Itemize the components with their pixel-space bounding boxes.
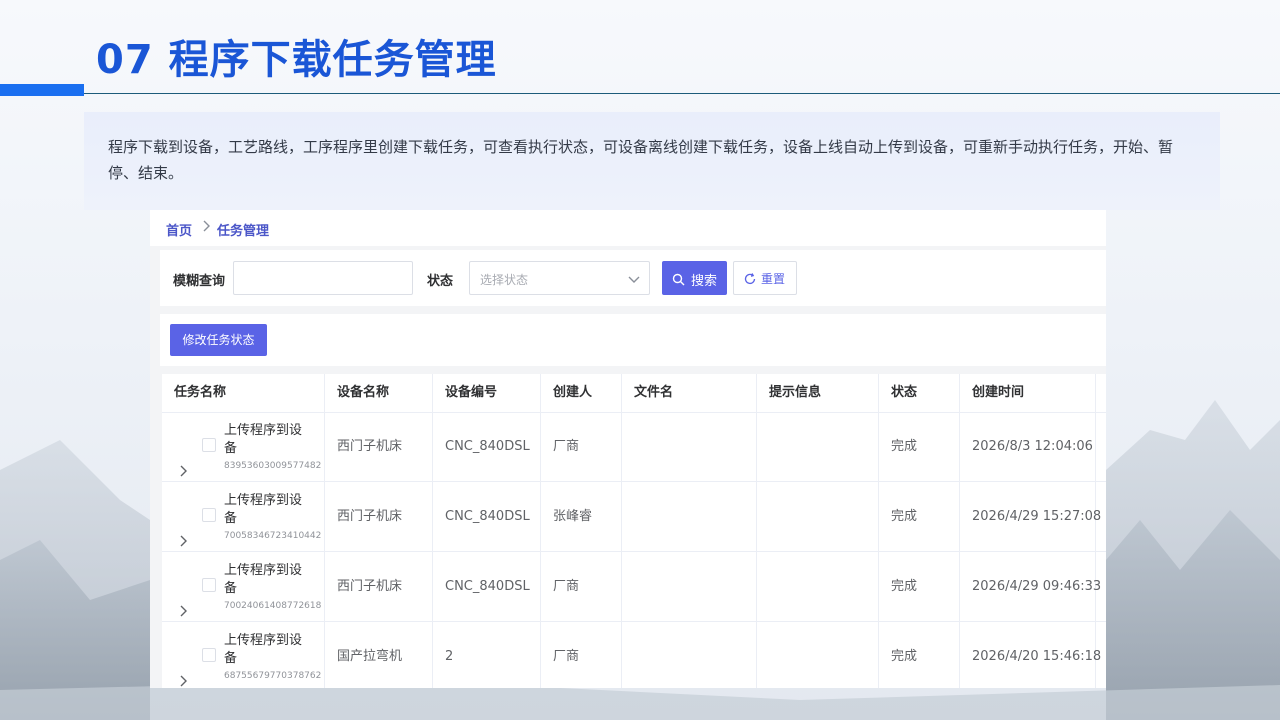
search-button-label: 搜索	[691, 274, 718, 289]
task-id: 83953603009577482	[224, 461, 322, 471]
col-header-created-at[interactable]: 创建时间	[960, 374, 1096, 412]
chevron-down-icon	[627, 271, 641, 290]
chevron-right-icon[interactable]	[179, 650, 189, 688]
title-divider	[84, 93, 1280, 94]
task-id: 70024061408772618	[224, 601, 322, 611]
refresh-icon	[743, 271, 757, 290]
cell-task-name: 上传程序到设备 68755679770378762	[162, 622, 325, 688]
cell-created-at: 2026/4/29 09:46:33	[960, 552, 1101, 622]
cell-creator: 厂商	[541, 552, 622, 622]
cell-task-name: 上传程序到设备 70024061408772618	[162, 552, 325, 622]
col-header-file-name[interactable]: 文件名	[622, 374, 757, 412]
cell-task-name: 上传程序到设备 70058346723410442	[162, 482, 325, 552]
cell-device-name: 西门子机床	[325, 482, 433, 552]
task-id: 68755679770378762	[224, 671, 322, 681]
cell-created-at: 2026/4/29 15:27:08	[960, 482, 1101, 552]
cell-file-name	[622, 552, 757, 622]
keyword-label: 模糊查询	[173, 274, 226, 289]
chevron-right-icon	[202, 219, 212, 237]
description-panel: 程序下载到设备，工艺路线，工序程序里创建下载任务，可查看执行状态，可设备离线创建…	[84, 112, 1220, 210]
breadcrumb: 首页 任务管理	[150, 210, 1106, 246]
cell-message	[757, 552, 879, 622]
cell-created-at: 2026/8/3 12:04:06	[960, 412, 1096, 482]
cell-file-name	[622, 412, 757, 482]
reset-button[interactable]: 重置	[733, 261, 797, 295]
cell-message	[757, 482, 879, 552]
title-accent-bar	[0, 84, 84, 96]
row-checkbox[interactable]	[202, 648, 216, 662]
cell-status: 完成	[879, 482, 960, 552]
cell-message	[757, 622, 879, 688]
row-checkbox[interactable]	[202, 578, 216, 592]
cell-creator: 厂商	[541, 412, 622, 482]
cell-task-name: 上传程序到设备 83953603009577482	[162, 412, 325, 482]
col-header-device-name[interactable]: 设备名称	[325, 374, 433, 412]
cell-device-name: 西门子机床	[325, 552, 433, 622]
description-text: 程序下载到设备，工艺路线，工序程序里创建下载任务，可查看执行状态，可设备离线创建…	[108, 138, 1174, 182]
breadcrumb-current: 任务管理	[217, 224, 270, 239]
cell-message	[757, 412, 879, 482]
reset-button-label: 重置	[761, 272, 786, 286]
search-icon	[672, 271, 685, 290]
search-button[interactable]: 搜索	[662, 261, 727, 295]
slide-title: 07 程序下载任务管理	[96, 37, 497, 83]
cell-device-name: 国产拉弯机	[325, 622, 433, 688]
cell-creator: 厂商	[541, 622, 622, 688]
table-header: 任务名称 设备名称 设备编号 创建人 文件名 提示信息 状态 创建时间	[162, 374, 1106, 413]
cell-status: 完成	[879, 622, 960, 688]
cell-status: 完成	[879, 412, 960, 482]
cell-device-no: CNC_840DSL	[433, 482, 541, 552]
col-header-task-name[interactable]: 任务名称	[162, 374, 325, 412]
row-checkbox[interactable]	[202, 508, 216, 522]
cell-device-name: 西门子机床	[325, 412, 433, 482]
col-header-device-no[interactable]: 设备编号	[433, 374, 541, 412]
cell-file-name	[622, 482, 757, 552]
task-name: 上传程序到设备	[224, 493, 303, 526]
task-table: 任务名称 设备名称 设备编号 创建人 文件名 提示信息 状态 创建时间 上传程序…	[162, 374, 1106, 688]
table-row[interactable]: 上传程序到设备 83953603009577482 西门子机床 CNC_840D…	[162, 412, 1106, 482]
task-id: 70058346723410442	[224, 531, 322, 541]
cell-device-no: 2	[433, 622, 541, 688]
status-label: 状态	[427, 274, 454, 289]
cell-status: 完成	[879, 552, 960, 622]
table-row[interactable]: 上传程序到设备 70024061408772618 西门子机床 CNC_840D…	[162, 552, 1106, 622]
col-header-status[interactable]: 状态	[879, 374, 960, 412]
task-name: 上传程序到设备	[224, 633, 303, 666]
modify-task-status-button[interactable]: 修改任务状态	[170, 324, 267, 356]
task-name: 上传程序到设备	[224, 423, 303, 456]
task-name: 上传程序到设备	[224, 563, 303, 596]
col-header-message[interactable]: 提示信息	[757, 374, 879, 412]
col-header-creator[interactable]: 创建人	[541, 374, 622, 412]
task-management-screenshot: 首页 任务管理 模糊查询 状态 选择状态 搜索 重置 修改任务状态 任务名称 设…	[150, 210, 1106, 688]
status-select[interactable]: 选择状态	[469, 261, 650, 295]
cell-created-at: 2026/4/20 15:46:18	[960, 622, 1101, 688]
table-row[interactable]: 上传程序到设备 70058346723410442 西门子机床 CNC_840D…	[162, 482, 1106, 552]
cell-creator: 张峰睿	[541, 482, 622, 552]
breadcrumb-home-link[interactable]: 首页	[166, 220, 192, 239]
action-bar: 修改任务状态	[160, 314, 1106, 366]
cell-file-name	[622, 622, 757, 688]
table-row[interactable]: 上传程序到设备 68755679770378762 国产拉弯机 2 厂商 完成 …	[162, 622, 1106, 688]
cell-device-no: CNC_840DSL	[433, 412, 541, 482]
status-select-placeholder: 选择状态	[480, 273, 529, 287]
row-checkbox[interactable]	[202, 438, 216, 452]
cell-device-no: CNC_840DSL	[433, 552, 541, 622]
keyword-input[interactable]	[233, 261, 413, 295]
filter-bar: 模糊查询 状态 选择状态 搜索 重置	[160, 250, 1106, 306]
